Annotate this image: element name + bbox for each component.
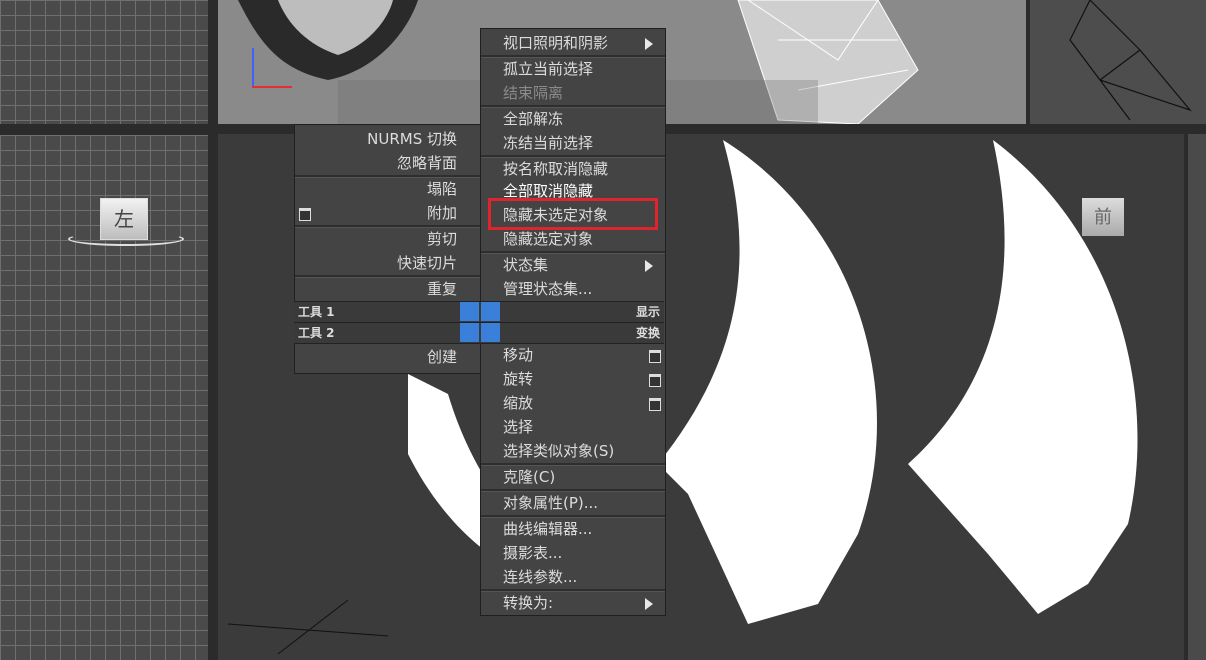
viewcube-perspective[interactable]: 前 (1082, 198, 1124, 236)
menu-item-label: 选择 (503, 418, 534, 436)
menu-item-label: NURMS 切换 (367, 130, 457, 148)
menu-item-label: 连线参数... (503, 568, 578, 586)
viewport-wireframe (1069, 0, 1192, 121)
menu-item-object-properties[interactable]: 对象属性(P)... (481, 491, 665, 515)
menu-item-manage-state-sets[interactable]: 管理状态集... (481, 277, 665, 301)
menu-item-label: 剪切 (426, 230, 457, 248)
quad-selector-bottom-left[interactable] (460, 323, 479, 342)
menu-item-label: 冻结当前选择 (503, 134, 594, 152)
menu-item-label: 隐藏选定对象 (503, 230, 594, 248)
menu-item-label: 附加 (426, 204, 457, 222)
menu-item-label: 转换为: (503, 594, 554, 612)
quad-label-tools1: 工具 1 (298, 305, 335, 319)
menu-item-label: 旋转 (503, 370, 534, 388)
menu-item-label: 全部解冻 (503, 110, 564, 128)
menu-item-label: 孤立当前选择 (503, 60, 594, 78)
menu-item-cut[interactable]: 剪切 (295, 227, 481, 251)
menu-item-repeat[interactable]: 重复 (295, 277, 481, 301)
viewcube-ring-icon[interactable] (68, 232, 184, 246)
quad-label-display: 显示 (635, 305, 660, 319)
quad-label-transform: 变换 (635, 326, 660, 340)
settings-box-icon[interactable] (299, 208, 311, 221)
menu-item-move[interactable]: 移动 (481, 343, 665, 367)
menu-item-isolate-selection[interactable]: 孤立当前选择 (481, 57, 665, 81)
menu-item-hide-selection[interactable]: 隐藏选定对象 (481, 227, 665, 251)
viewport-top-right[interactable] (1030, 0, 1206, 124)
menu-item-viewport-lighting[interactable]: 视口照明和阴影 (481, 31, 665, 55)
menu-item-label: 管理状态集... (503, 280, 593, 298)
menu-item-label: 创建 (426, 348, 457, 366)
menu-item-ignore-backfacing[interactable]: 忽略背面 (295, 151, 481, 175)
menu-item-state-sets[interactable]: 状态集 (481, 253, 665, 277)
menu-item-freeze-selection[interactable]: 冻结当前选择 (481, 131, 665, 155)
settings-box-icon[interactable] (649, 398, 661, 411)
menu-item-label: 重复 (426, 280, 457, 298)
menu-item-convert-to[interactable]: 转换为: (481, 591, 665, 615)
menu-item-label: 摄影表... (503, 544, 563, 562)
menu-item-quickslice[interactable]: 快速切片 (295, 251, 481, 275)
menu-item-end-isolate[interactable]: 结束隔离 (481, 81, 665, 105)
menu-item-label: 缩放 (503, 394, 534, 412)
menu-item-label: 结束隔离 (503, 84, 564, 102)
menu-item-select[interactable]: 选择 (481, 415, 665, 439)
menu-item-label: 选择类似对象(S) (503, 442, 615, 460)
menu-item-label: 对象属性(P)... (503, 494, 599, 512)
menu-item-rotate[interactable]: 旋转 (481, 367, 665, 391)
menu-item-dope-sheet[interactable]: 摄影表... (481, 541, 665, 565)
menu-item-curve-editor[interactable]: 曲线编辑器... (481, 517, 665, 541)
menu-item-label: 塌陷 (426, 180, 457, 198)
quad-selector-top-left[interactable] (460, 302, 479, 321)
menu-item-label: 移动 (503, 346, 534, 364)
menu-item-attach[interactable]: 附加 (295, 201, 481, 225)
quad-selector-bottom-right[interactable] (481, 323, 500, 342)
menu-item-label: 快速切片 (396, 254, 457, 272)
submenu-arrow-icon (645, 38, 653, 50)
viewport-left[interactable]: 左 (0, 135, 208, 660)
settings-box-icon[interactable] (649, 350, 661, 363)
viewport-right-edge (1188, 134, 1206, 660)
submenu-arrow-icon (645, 598, 653, 610)
viewport-top-left[interactable] (0, 0, 208, 124)
menu-item-label: 忽略背面 (396, 154, 457, 172)
menu-item-nurms-toggle[interactable]: NURMS 切换 (295, 127, 481, 151)
menu-item-label: 克隆(C) (503, 468, 556, 486)
quad-selector-top-right[interactable] (481, 302, 500, 321)
quad-label-tools2: 工具 2 (298, 326, 335, 340)
menu-item-create[interactable]: 创建 (295, 345, 481, 369)
menu-item-label: 视口照明和阴影 (503, 34, 609, 52)
menu-item-label: 曲线编辑器... (503, 520, 593, 538)
settings-box-icon[interactable] (649, 374, 661, 387)
menu-item-label: 按名称取消隐藏 (503, 160, 609, 178)
menu-item-scale[interactable]: 缩放 (481, 391, 665, 415)
menu-item-select-similar[interactable]: 选择类似对象(S) (481, 439, 665, 463)
quad-label-row-top: 工具 1 显示 (294, 301, 664, 323)
menu-item-unfreeze-all[interactable]: 全部解冻 (481, 107, 665, 131)
axis-x-icon (252, 86, 292, 88)
highlight-box (488, 198, 658, 230)
menu-item-wire-parameters[interactable]: 连线参数... (481, 565, 665, 589)
menu-item-label: 状态集 (503, 256, 549, 274)
submenu-arrow-icon (645, 260, 653, 272)
menu-item-collapse[interactable]: 塌陷 (295, 177, 481, 201)
menu-item-clone[interactable]: 克隆(C) (481, 465, 665, 489)
menu-item-unhide-by-name[interactable]: 按名称取消隐藏 (481, 157, 665, 181)
quad-label-row-bottom: 工具 2 变换 (294, 322, 664, 344)
axis-y-icon (252, 48, 254, 88)
